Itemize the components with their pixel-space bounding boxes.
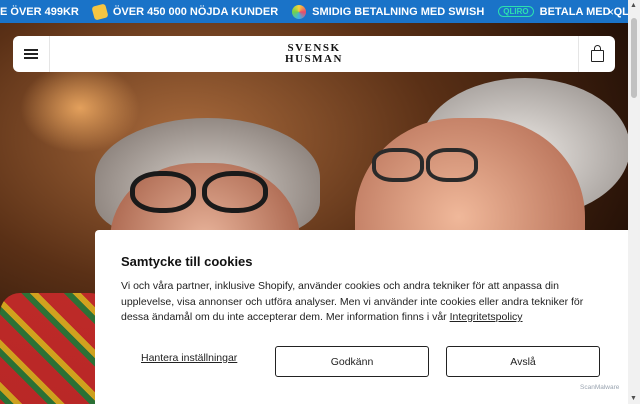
site-logo[interactable]: SVENSK HUSMAN <box>50 43 578 65</box>
close-icon[interactable]: × <box>607 5 614 19</box>
cookie-title: Samtycke till cookies <box>121 254 253 269</box>
menu-button[interactable] <box>13 36 50 72</box>
scroll-up-icon[interactable]: ▲ <box>630 2 637 9</box>
scroll-down-icon[interactable]: ▼ <box>630 395 637 402</box>
logo-line: HUSMAN <box>285 53 343 65</box>
site-header: SVENSK HUSMAN <box>13 36 615 72</box>
announcement-item: SMIDIG BETALNING MED SWISH <box>292 4 485 19</box>
decline-button[interactable]: Avslå <box>446 346 600 377</box>
announcement-bar: E ÖVER 499KR ÖVER 450 000 NÖJDA KUNDER S… <box>0 0 628 23</box>
cookie-consent-dialog: Samtycke till cookies Vi och våra partne… <box>95 230 628 404</box>
accept-button[interactable]: Godkänn <box>275 346 429 377</box>
scrollbar[interactable]: ▲ ▼ <box>628 0 640 404</box>
announcement-text: SMIDIG BETALNING MED SWISH <box>312 5 485 18</box>
watermark: ScanMalware <box>580 384 620 391</box>
qliro-icon: QLIRO <box>498 6 534 17</box>
shopping-bag-icon <box>590 45 604 62</box>
manage-settings-link[interactable]: Hantera inställningar <box>141 352 237 364</box>
announcement-item: E ÖVER 499KR <box>0 6 79 18</box>
hamburger-icon <box>24 47 38 61</box>
announcement-text: BETALA MED QLIRO <box>539 5 628 18</box>
quilt-pattern <box>0 293 110 404</box>
scrollbar-thumb[interactable] <box>631 18 637 98</box>
thumbs-up-icon <box>91 2 109 21</box>
cookie-body: Vi och våra partner, inklusive Shopify, … <box>121 279 601 326</box>
announcement-item: ÖVER 450 000 NÖJDA KUNDER <box>91 2 279 21</box>
swish-icon <box>292 4 307 19</box>
announcement-text: E ÖVER 499KR <box>0 5 79 18</box>
announcement-text: ÖVER 450 000 NÖJDA KUNDER <box>112 5 279 18</box>
man-glasses <box>372 148 478 182</box>
cart-button[interactable] <box>578 36 615 72</box>
privacy-policy-link[interactable]: Integritetspolicy <box>450 311 523 323</box>
woman-glasses <box>130 171 270 213</box>
